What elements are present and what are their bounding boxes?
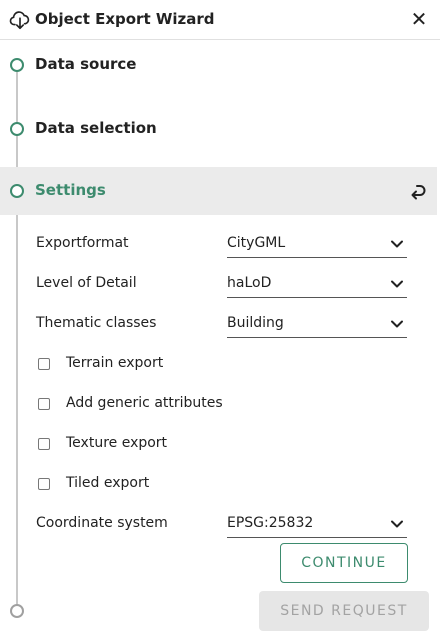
step-dot-pending [10, 604, 24, 618]
level-of-detail-select[interactable]: haLoD [227, 272, 407, 298]
wizard-header: Object Export Wizard ✕ [0, 0, 440, 40]
continue-button[interactable]: CONTINUE [280, 543, 408, 583]
coordinate-system-label: Coordinate system [36, 515, 168, 531]
checkbox-label: Add generic attributes [66, 395, 223, 411]
return-icon[interactable] [405, 179, 429, 203]
step-data-selection[interactable]: Data selection [0, 109, 437, 149]
coordinate-system-value: EPSG:25832 [227, 515, 314, 531]
step-dot [10, 184, 24, 198]
step-dot [10, 122, 24, 136]
chevron-down-icon [391, 240, 403, 248]
step-label: Data selection [35, 119, 157, 137]
step-data-source[interactable]: Data source [0, 45, 437, 85]
chevron-down-icon [391, 520, 403, 528]
send-request-button[interactable]: SEND REQUEST [259, 591, 429, 631]
chevron-down-icon [391, 320, 403, 328]
step-settings[interactable]: Settings [0, 167, 437, 215]
checkbox-label: Terrain export [66, 355, 164, 371]
exportformat-select[interactable]: CityGML [227, 232, 407, 258]
cloud-download-icon [9, 11, 30, 30]
checkbox-box[interactable] [38, 358, 50, 370]
thematic-classes-label: Thematic classes [36, 315, 157, 331]
coordinate-system-select[interactable]: EPSG:25832 [227, 512, 407, 538]
step-label: Data source [35, 55, 137, 73]
step-label: Settings [35, 181, 106, 199]
checkbox-label: Tiled export [66, 475, 150, 491]
close-icon: ✕ [410, 7, 428, 31]
exportformat-label: Exportformat [36, 235, 129, 251]
checkbox-box[interactable] [38, 478, 50, 490]
checkbox-box[interactable] [38, 398, 50, 410]
checkbox-label: Texture export [66, 435, 168, 451]
chevron-down-icon [391, 280, 403, 288]
checkbox-box[interactable] [38, 438, 50, 450]
level-of-detail-value: haLoD [227, 275, 272, 291]
level-of-detail-label: Level of Detail [36, 275, 137, 291]
step-timeline [16, 72, 18, 607]
step-dot [10, 58, 24, 72]
thematic-classes-value: Building [227, 315, 284, 331]
thematic-classes-select[interactable]: Building [227, 312, 407, 338]
close-button[interactable]: ✕ [408, 6, 430, 32]
wizard-title: Object Export Wizard [35, 10, 215, 28]
exportformat-value: CityGML [227, 235, 286, 251]
